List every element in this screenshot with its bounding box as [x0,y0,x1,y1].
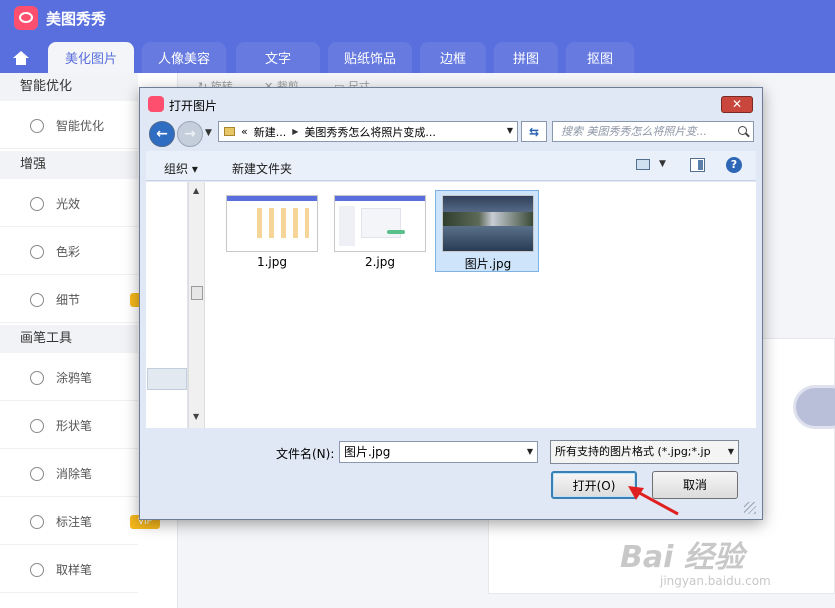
breadcrumb-item[interactable]: 美图秀秀怎么将照片变成... [304,124,436,140]
preview-pane-icon[interactable] [690,158,705,172]
forward-button[interactable]: → [177,121,203,147]
command-bar: 组织 ▾ 新建文件夹 ▼ ? [146,151,756,181]
file-item-3[interactable]: 图片.jpg [435,190,539,272]
sidebar-item-label: 消除笔 [56,467,93,481]
sidebar-item-label: 细节 [56,293,81,307]
sidebar-item-eraser[interactable]: 消除笔 [0,451,138,497]
scrollbar-thumb[interactable] [191,286,203,300]
chevron-right-icon[interactable]: ▶ [292,127,298,136]
view-icon[interactable] [636,159,650,170]
new-folder-button[interactable]: 新建文件夹 [232,160,292,177]
eyedropper-icon [30,562,44,577]
file-name: 2.jpg [364,255,396,269]
tab-collage[interactable]: 拼图 [494,42,558,73]
app-logo-icon [148,96,164,112]
tab-stickers[interactable]: 贴纸饰品 [328,42,412,73]
sidebar-item-label: 色彩 [56,245,81,259]
home-button[interactable] [0,42,42,73]
watermark-url: jingyan.baidu.com [660,574,771,588]
back-button[interactable]: ← [149,121,175,147]
file-name: 图片.jpg [464,257,512,271]
file-item-2[interactable]: 2.jpg [327,190,431,272]
dialog-title: 打开图片 [169,99,218,113]
sidebar-item-sampler[interactable]: 取样笔 [0,547,138,593]
file-name: 1.jpg [256,255,288,269]
file-thumbnail [442,195,534,252]
sidebar-item-shape[interactable]: 形状笔 [0,403,138,449]
refresh-button[interactable]: ⇆ [521,121,547,142]
tab-beautify[interactable]: 美化图片 [48,42,134,73]
breadcrumb-overflow[interactable]: « [241,125,248,138]
app-title: 美图秀秀 [46,10,107,28]
nav-pane-item[interactable] [147,368,187,390]
file-item-1[interactable]: 1.jpg [219,190,323,272]
chevron-down-icon[interactable]: ▼ [659,159,666,169]
resize-grip[interactable] [744,502,756,514]
sidebar-group-smart: 智能优化 [0,73,138,101]
folder-icon [224,127,235,136]
chevron-down-icon[interactable]: ▼ [507,126,513,135]
arrow-left-icon: ← [156,126,168,142]
tab-text[interactable]: 文字 [236,42,320,73]
search-icon [738,126,747,135]
watermark: Bai 经验 [620,540,744,575]
side-toggle[interactable] [793,385,835,429]
marker-icon [30,514,44,529]
scroll-up-icon[interactable]: ▲ [193,186,199,195]
palette-icon [30,244,44,259]
magnifier-icon [30,292,44,307]
sidebar-item-color[interactable]: 色彩 [0,229,138,275]
sidebar-item-smart-optimize[interactable]: 智能优化 [0,103,138,149]
arrow-right-icon: → [184,126,196,142]
spray-icon [30,370,44,385]
refresh-icon: ⇆ [528,124,540,139]
organize-button[interactable]: 组织 ▾ [164,160,198,177]
chevron-down-icon[interactable]: ▼ [727,441,734,463]
tab-frames[interactable]: 边框 [420,42,486,73]
arrow-annotation-icon [628,486,679,516]
shapes-icon [30,418,44,433]
history-dropdown[interactable]: ▼ [205,128,212,138]
chevron-down-icon[interactable]: ▼ [527,442,533,462]
search-placeholder: 搜索 美图秀秀怎么将照片变... [561,125,707,138]
file-list: 1.jpg 2.jpg 图片.jpg [205,182,756,428]
app-logo-icon [14,6,38,30]
filename-field[interactable]: 图片.jpg ▼ [339,441,538,463]
sidebar-item-detail[interactable]: 细节 [0,277,138,323]
sidebar-item-label: 形状笔 [56,419,93,433]
filename-label: 文件名(N): [276,447,335,461]
filetype-value: 所有支持的图片格式 (*.jpg;*.jp [555,445,711,458]
sidebar-item-label: 标注笔 [56,515,93,529]
sidebar-item-marker[interactable]: 标注笔 [0,499,138,545]
tab-cutout[interactable]: 抠图 [566,42,634,73]
sidebar-item-label: 光效 [56,197,81,211]
breadcrumb-item[interactable]: 新建... [254,124,287,140]
sidebar-item-light[interactable]: 光效 [0,181,138,227]
home-icon [13,50,29,65]
help-icon[interactable]: ? [726,157,742,173]
sidebar-item-label: 涂鸦笔 [56,371,93,385]
sidebar-group-enhance: 增强 [0,151,138,179]
sidebar-item-label: 取样笔 [56,563,93,577]
sidebar-group-brush: 画笔工具 [0,325,138,353]
filename-value: 图片.jpg [344,445,391,459]
dialog-titlebar[interactable]: 打开图片 ✕ [140,88,762,118]
eraser-icon [30,466,44,481]
filetype-select[interactable]: 所有支持的图片格式 (*.jpg;*.jp ▼ [550,440,739,464]
tab-portrait[interactable]: 人像美容 [142,42,226,73]
bulb-icon [30,118,44,133]
sun-icon [30,196,44,211]
scroll-down-icon[interactable]: ▼ [193,412,199,421]
scrollbar[interactable]: ▲ ▼ [188,182,205,428]
search-input[interactable]: 搜索 美图秀秀怎么将照片变... [552,121,754,142]
file-thumbnail [334,195,426,252]
address-bar[interactable]: « 新建... ▶ 美图秀秀怎么将照片变成... ▼ [218,121,518,142]
navigation-pane[interactable] [146,182,188,428]
close-button[interactable]: ✕ [721,96,753,113]
app-header: 美图秀秀 美化图片 人像美容 文字 贴纸饰品 边框 拼图 抠图 [0,0,835,73]
open-file-dialog: 打开图片 ✕ ← → ▼ « 新建... ▶ 美图秀秀怎么将照片变成... ▼ … [139,87,763,520]
sidebar-item-doodle[interactable]: 涂鸦笔 [0,355,138,401]
sidebar-item-label: 智能优化 [56,119,105,133]
file-thumbnail [226,195,318,252]
